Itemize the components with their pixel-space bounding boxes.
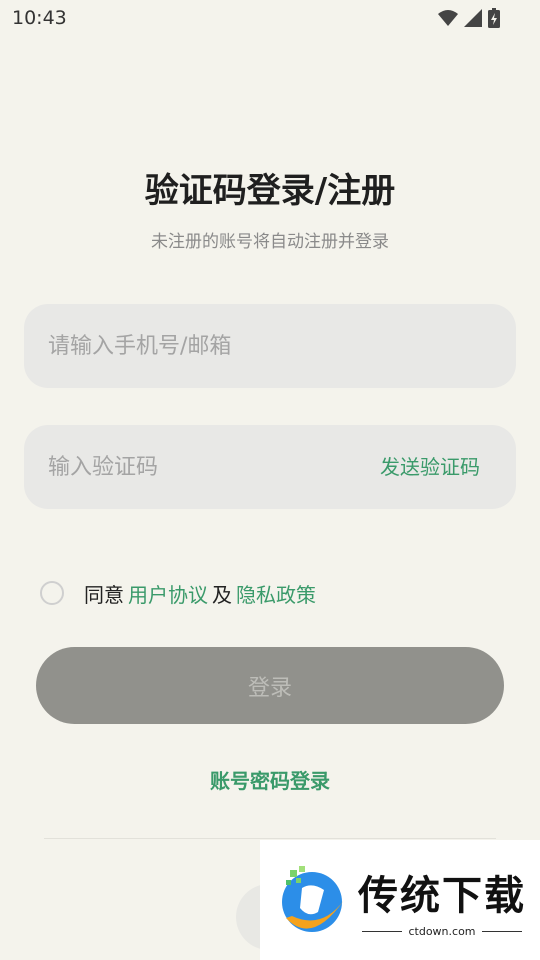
agreement-row: 同意 用户协议 及 隐私政策	[40, 578, 320, 608]
watermark-text: 传统下载 ctdown.com	[358, 863, 526, 938]
status-bar: 10:43	[0, 0, 540, 36]
privacy-policy-link[interactable]: 隐私政策	[236, 579, 316, 608]
divider	[44, 838, 496, 839]
page-subtitle: 未注册的账号将自动注册并登录	[151, 232, 389, 252]
verification-code-input[interactable]	[48, 425, 348, 509]
send-code-button[interactable]: 发送验证码	[380, 425, 480, 509]
page-title: 验证码登录/注册	[144, 171, 396, 211]
watermark-line-left	[362, 930, 403, 932]
watermark-logo-icon	[282, 866, 344, 932]
login-button[interactable]: 登录	[36, 647, 504, 724]
account-field[interactable]	[24, 304, 516, 388]
status-time: 10:43	[12, 7, 67, 29]
cellular-signal-icon	[464, 9, 482, 27]
agreement-and: 及	[212, 582, 232, 607]
password-login-link[interactable]: 账号密码登录	[0, 765, 540, 794]
user-agreement-link[interactable]: 用户协议	[128, 579, 208, 608]
status-icons	[438, 8, 500, 28]
account-input[interactable]	[48, 304, 368, 388]
watermark-line-right	[481, 930, 522, 932]
watermark-url-row: ctdown.com	[362, 924, 522, 938]
agreement-prefix: 同意	[84, 582, 124, 607]
watermark-overlay: 传统下载 ctdown.com	[260, 840, 540, 960]
agreement-checkbox[interactable]	[40, 581, 64, 605]
verification-code-field[interactable]: 发送验证码	[24, 425, 516, 509]
watermark-title: 传统下载	[358, 872, 526, 919]
wifi-icon	[438, 10, 458, 26]
watermark-url: ctdown.com	[408, 924, 476, 938]
battery-charging-icon	[488, 8, 500, 28]
